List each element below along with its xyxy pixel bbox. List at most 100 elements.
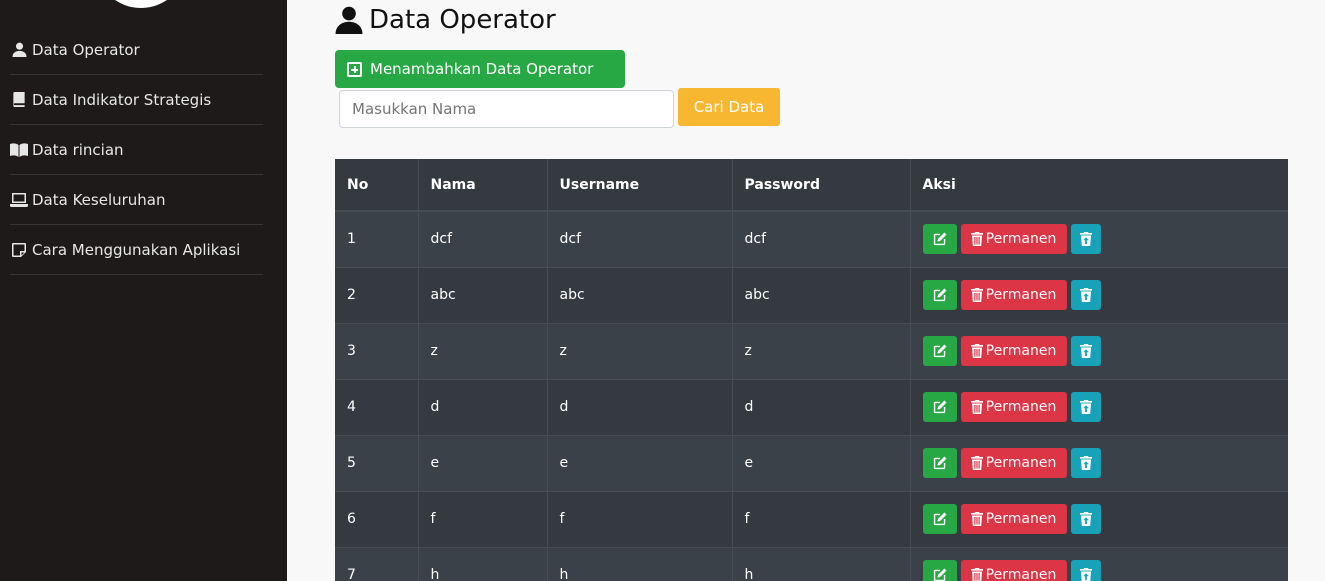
cell-no: 2 (335, 266, 419, 323)
sidebar-item-label: Cara Menggunakan Aplikasi (32, 240, 241, 259)
sidebar: Data Operator Data Indikator Strategis D… (0, 0, 287, 581)
column-header-password: Password (732, 159, 911, 212)
cell-nama: f (418, 490, 548, 547)
sidebar-item-label: Data Indikator Strategis (32, 90, 212, 109)
row-actions: Permanen (922, 504, 1277, 534)
edit-icon (933, 288, 946, 302)
edit-button[interactable] (922, 224, 957, 255)
trash-restore-icon (1079, 512, 1092, 526)
delete-permanent-label: Permanen (985, 455, 1057, 471)
cell-aksi: Permanen (910, 546, 1288, 581)
delete-permanent-label: Permanen (985, 287, 1057, 303)
delete-permanent-label: Permanen (985, 399, 1057, 415)
edit-icon (933, 568, 946, 581)
trash-icon (970, 568, 983, 581)
sidebar-item-data-keseluruhan[interactable]: Data Keseluruhan (10, 175, 263, 225)
sidebar-item-data-operator[interactable]: Data Operator (10, 25, 263, 75)
search-input[interactable] (339, 90, 674, 128)
table-row: 5 e e e Permanen (335, 434, 1288, 491)
edit-button[interactable] (922, 336, 957, 366)
column-header-no: No (335, 159, 419, 212)
cell-no: 7 (335, 546, 419, 581)
restore-button[interactable] (1070, 392, 1101, 422)
edit-icon (933, 344, 946, 358)
table-row: 7 h h h Permanen (335, 546, 1288, 581)
sidebar-nav: Data Operator Data Indikator Strategis D… (10, 25, 263, 275)
column-header-aksi: Aksi (910, 159, 1288, 212)
delete-permanent-label: Permanen (985, 343, 1057, 359)
operator-table: No Nama Username Password Aksi 1 dcf dcf… (335, 159, 1288, 581)
table-row: 4 d d d Permanen (335, 378, 1288, 435)
cell-username: f (547, 490, 733, 547)
book-icon (10, 92, 28, 108)
delete-permanent-button[interactable]: Permanen (960, 448, 1067, 478)
cell-aksi: Permanen (910, 434, 1288, 491)
table-row: 6 f f f Permanen (335, 490, 1288, 547)
trash-restore-icon (1079, 568, 1092, 581)
restore-button[interactable] (1070, 224, 1101, 255)
cell-password: abc (732, 266, 911, 323)
cell-username: e (547, 434, 733, 491)
edit-button[interactable] (922, 504, 957, 534)
cell-password: d (732, 378, 911, 435)
delete-permanent-button[interactable]: Permanen (960, 392, 1067, 422)
row-actions: Permanen (922, 448, 1277, 478)
cell-username: abc (547, 266, 733, 323)
edit-button[interactable] (922, 392, 957, 422)
add-operator-button[interactable]: Menambahkan Data Operator (335, 50, 625, 88)
cell-nama: d (418, 378, 548, 435)
trash-icon (970, 232, 983, 247)
delete-permanent-label: Permanen (985, 511, 1057, 527)
plus-square-icon (347, 61, 362, 77)
cell-no: 5 (335, 434, 419, 491)
cell-aksi: Permanen (910, 490, 1288, 547)
edit-button[interactable] (922, 448, 957, 478)
restore-button[interactable] (1070, 448, 1101, 478)
sidebar-item-data-indikator-strategis[interactable]: Data Indikator Strategis (10, 75, 263, 125)
sidebar-item-label: Data Keseluruhan (32, 190, 166, 209)
delete-permanent-button[interactable]: Permanen (960, 280, 1067, 310)
edit-button[interactable] (922, 280, 957, 310)
column-header-nama: Nama (418, 159, 548, 212)
cell-aksi: Permanen (910, 378, 1288, 435)
trash-restore-icon (1079, 232, 1092, 247)
page-title-text: Data Operator (369, 5, 556, 35)
laptop-icon (10, 192, 28, 208)
page-title: Data Operator (335, 5, 556, 35)
trash-icon (970, 512, 983, 526)
cell-password: e (732, 434, 911, 491)
sticky-note-icon (10, 242, 28, 258)
main-content: Data Operator Menambahkan Data Operator … (287, 0, 1325, 581)
cell-username: d (547, 378, 733, 435)
row-actions: Permanen (922, 560, 1277, 581)
restore-button[interactable] (1070, 336, 1101, 366)
edit-button[interactable] (922, 560, 957, 581)
delete-permanent-button[interactable]: Permanen (960, 224, 1067, 255)
sidebar-item-data-rincian[interactable]: Data rincian (10, 125, 263, 175)
delete-permanent-label: Permanen (985, 567, 1057, 581)
delete-permanent-button[interactable]: Permanen (960, 504, 1067, 534)
cell-password: z (732, 322, 911, 379)
edit-icon (933, 456, 946, 470)
delete-permanent-button[interactable]: Permanen (960, 336, 1067, 366)
trash-restore-icon (1079, 456, 1092, 470)
delete-permanent-button[interactable]: Permanen (960, 560, 1067, 581)
row-actions: Permanen (922, 392, 1277, 422)
sidebar-item-cara-menggunakan-aplikasi[interactable]: Cara Menggunakan Aplikasi (10, 225, 263, 275)
cell-no: 1 (335, 210, 419, 267)
sidebar-item-label: Data Operator (32, 40, 140, 59)
restore-button[interactable] (1070, 504, 1101, 534)
user-icon (335, 6, 363, 34)
search-button[interactable]: Cari Data (678, 88, 780, 126)
cell-username: z (547, 322, 733, 379)
trash-restore-icon (1079, 400, 1092, 414)
table-row: 2 abc abc abc Permanen (335, 266, 1288, 323)
table-row: 1 dcf dcf dcf Permanen (335, 210, 1288, 267)
restore-button[interactable] (1070, 560, 1101, 581)
cell-password: h (732, 546, 911, 581)
sidebar-item-label: Data rincian (32, 140, 124, 159)
trash-icon (970, 456, 983, 470)
restore-button[interactable] (1070, 280, 1101, 310)
cell-nama: dcf (418, 210, 548, 267)
row-actions: Permanen (922, 280, 1277, 310)
